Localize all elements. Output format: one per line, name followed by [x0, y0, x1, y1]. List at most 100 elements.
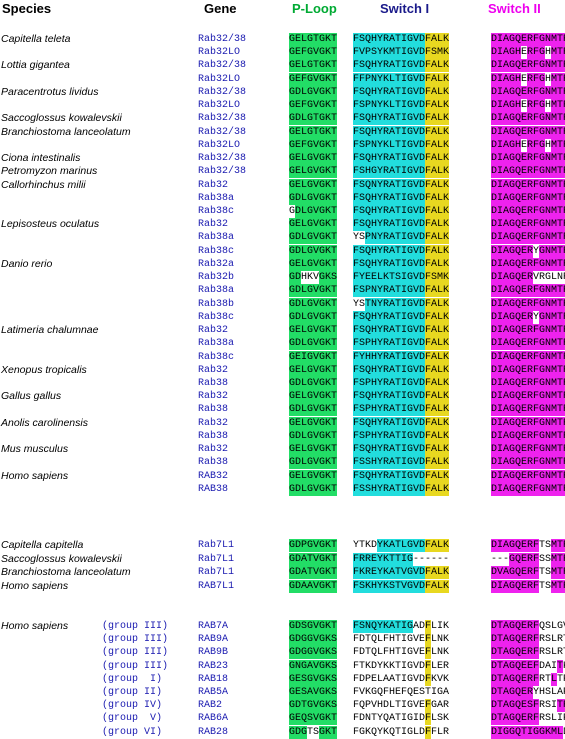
gene-name: Rab32b	[198, 272, 235, 284]
switch2-sequence: DVAGQERFTSMTR	[491, 566, 565, 579]
gene-name: RAB23	[198, 660, 229, 672]
switch2-sequence: DIAGQERFGNMTR	[491, 33, 565, 46]
residue: T	[331, 257, 337, 271]
group-label: (group VI)	[102, 726, 163, 738]
ploop-sequence: GDATVGKT	[289, 552, 337, 566]
residue: K	[443, 363, 449, 377]
ploop-header: P-Loop	[292, 1, 337, 16]
ploop-sequence: GDLGTGKT	[289, 112, 337, 126]
ploop-sequence: GDPGVGKT	[289, 539, 337, 552]
residue: T	[331, 218, 337, 232]
species-name: Homo sapiens	[1, 469, 69, 482]
switch2-sequence: DIAGQERFTSMTR	[491, 539, 565, 552]
residue: T	[331, 579, 337, 593]
gene-name: Rab38a	[198, 192, 235, 204]
alignment-row: Rab38b G D L G V G K T Y S T N Y R A T I G V D F A L K D I A G Q E R F G N…	[0, 297, 565, 311]
species-name: Anolis carolinensis	[1, 416, 88, 429]
switch1-sequence: FSQHYRATIGVDFALK	[353, 33, 449, 46]
ploop-sequence: GDLGVGKT	[289, 244, 337, 258]
residue: T	[331, 350, 337, 364]
residue: K	[443, 673, 449, 685]
switch1-sequence: FSQHYRATIGVDFALK	[353, 310, 449, 324]
residue: K	[443, 112, 449, 126]
ploop-sequence: GELGVGKT	[289, 324, 337, 338]
gene-name: Rab32	[198, 219, 229, 231]
gene-name: Rab32	[198, 325, 229, 337]
residue: T	[331, 725, 337, 739]
residue: T	[331, 403, 337, 417]
ploop-sequence: GDSGVGKT	[289, 620, 337, 633]
residue: K	[443, 125, 449, 139]
residue: T	[331, 46, 337, 60]
residue: T	[331, 204, 337, 218]
gene-name: Rab32	[198, 364, 229, 376]
gene-name: Rab32/38	[198, 126, 247, 138]
residue: T	[331, 566, 337, 579]
switch1-sequence: FDNTYQATIGIDFLSK	[353, 712, 449, 726]
ploop-sequence: GDLGVGKT	[289, 284, 337, 298]
species-name: Ciona intestinalis	[1, 152, 81, 165]
group-label: (group I)	[102, 673, 163, 685]
ploop-sequence: GESAVGKS	[289, 686, 337, 699]
alignment-row: Ciona intestinalis Rab32/38 G E L G V G K T F S Q H Y R…	[0, 152, 565, 166]
residue: T	[331, 469, 337, 483]
species-name: Paracentrotus lividus	[1, 85, 99, 98]
switch2-sequence: DIAGQERFGNMTR	[491, 257, 565, 271]
species-name: Latimeria chalumnae	[1, 324, 99, 337]
alignment-row: Rab32b G D H K V G K S F Y E E L K T S I G V D F S M K D I A G Q E R V R G…	[0, 271, 565, 285]
alignment-row: Rab38c G D L G V G K T F S Q H Y R A T I G V D F A L K D I A G Q E R Y G N…	[0, 244, 565, 258]
switch1-sequence: YSPNYRATIGVDFALK	[353, 231, 449, 245]
residue: K	[443, 72, 449, 86]
residue: T	[331, 33, 337, 46]
switch2-sequence: DIAGQERFGNMTR	[491, 297, 565, 311]
gene-name: Rab38	[198, 457, 229, 469]
residue: K	[443, 204, 449, 218]
residue: T	[331, 324, 337, 338]
alignment-row: Rab32LO G E F G V G K T F S P N Y K L T I G V D F A L K D I A G H E R F G…	[0, 138, 565, 152]
switch1-sequence: FVKGQFHEFQESTIGA	[353, 686, 449, 699]
switch2-sequence: DIAGHERFGHMTR	[491, 138, 565, 152]
gene-name: Rab38c	[198, 245, 235, 257]
ploop-sequence: GELGVGKT	[289, 363, 337, 377]
species-name: Xenopus tropicalis	[1, 363, 87, 376]
residue: T	[331, 178, 337, 192]
species-name: Capitella teleta	[1, 33, 71, 45]
switch2-sequence: DIAGQERFGNMTR	[491, 218, 565, 232]
switch1-sequence: YTKDYKATLGVDFALK	[353, 539, 449, 552]
gene-name: RAB18	[198, 673, 229, 685]
alignment-row: Rab38 G D L G V G K T F S S H Y R A T I G V D F A L K D I A G Q E R F G N M…	[0, 456, 565, 470]
species-name: Branchiostoma lanceolatum	[1, 566, 131, 578]
switch1-sequence: FSPHYRATIGVDFALK	[353, 403, 449, 417]
switch2-sequence: DIAGQERFGNMTR	[491, 337, 565, 351]
switch2-sequence: DTAGQERYHSLAP	[491, 686, 565, 699]
switch2-sequence: DIAGQERFGNMTR	[491, 152, 565, 166]
gene-name: Rab38c	[198, 351, 235, 363]
residue: K	[443, 416, 449, 430]
residue: K	[443, 324, 449, 338]
switch1-sequence: FSQHYRATIGVDFALK	[353, 152, 449, 166]
gene-name: Rab38c	[198, 311, 235, 323]
gene-name: Rab32	[198, 179, 229, 191]
switch1-sequence: FTKDYKKTIGVDFLER	[353, 659, 449, 673]
residue: T	[331, 72, 337, 86]
ploop-sequence: GEQSVGKT	[289, 712, 337, 726]
alignment-row: Rab32LO G E F G V G K T F F P N Y K L T I G V D F A L K D I A G H E R F G…	[0, 72, 565, 86]
residue: K	[443, 579, 449, 593]
switch1-sequence: FSQHYRATIGVDFALK	[353, 112, 449, 126]
switch2-sequence: DIAGQERFTSMTR	[491, 579, 565, 593]
gene-name: Rab32/38	[198, 113, 247, 125]
switch1-sequence: FDPELAATIGVDFKVK	[353, 672, 449, 686]
residue: S	[331, 659, 337, 673]
residue: T	[331, 552, 337, 566]
gene-name: Rab38b	[198, 298, 235, 310]
residue: K	[443, 566, 449, 579]
ploop-sequence: GELGVGKT	[289, 218, 337, 232]
residue: T	[331, 59, 337, 73]
ploop-sequence: GEFGVGKT	[289, 72, 337, 86]
switch2-sequence: DIAGQERFGNMTR	[491, 390, 565, 404]
residue: T	[331, 191, 337, 205]
residue: K	[443, 297, 449, 311]
switch2-header: Switch II	[488, 1, 541, 16]
switch2-sequence: DIAGQERFGNMTR	[491, 59, 565, 73]
alignment-row: Danio rerio Rab32a G E L G V G K T F S Q H Y R A T I G V D F A L…	[0, 257, 565, 271]
